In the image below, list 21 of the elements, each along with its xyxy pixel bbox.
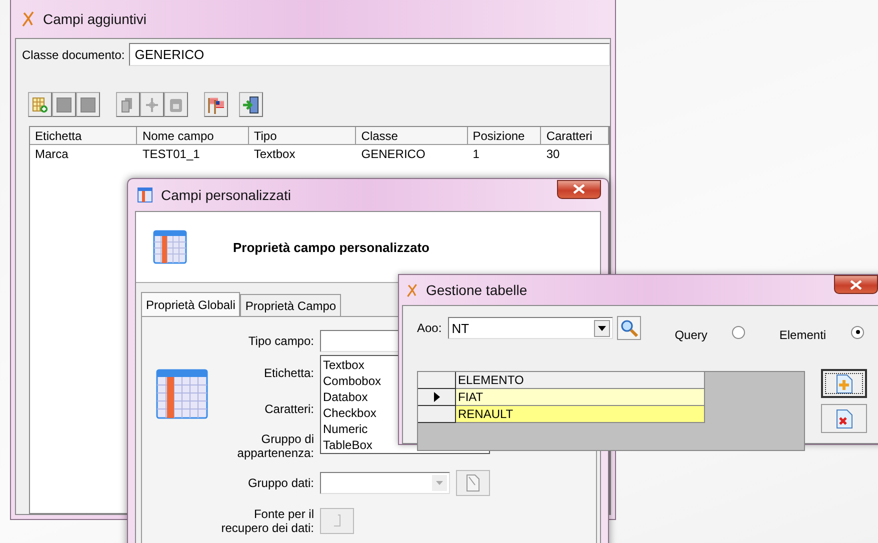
field-label: Gruppo di appartenenza: <box>236 432 314 460</box>
table-cell: GENERICO <box>361 147 426 161</box>
window-title: Campi personalizzati <box>161 187 291 203</box>
table-cell: 30 <box>546 147 560 161</box>
table-cell: TEST01_1 <box>142 147 200 161</box>
column-header: ELEMENTO <box>456 372 705 389</box>
table-cell: 1 <box>472 147 480 161</box>
field-label: Classe documento: <box>22 48 125 62</box>
table-cell: Textbox <box>254 147 296 161</box>
field-label: Aoo: <box>417 321 442 335</box>
field-label: Gruppo dati: <box>248 476 314 490</box>
field-label: Etichetta: <box>264 366 314 380</box>
field-label: Caratteri: <box>264 402 314 416</box>
window-title: Campi aggiuntivi <box>43 11 146 27</box>
field-label: Fonte per il recupero dei dati: <box>220 507 314 535</box>
header-title: Proprietà campo personalizzato <box>233 240 430 254</box>
radio-label: Elementi <box>779 328 826 342</box>
field-label: Tipo campo: <box>248 334 314 348</box>
table-cell: Marca <box>35 147 68 161</box>
radio-label: Query <box>674 328 708 342</box>
window-title: Gestione tabelle <box>426 282 528 298</box>
